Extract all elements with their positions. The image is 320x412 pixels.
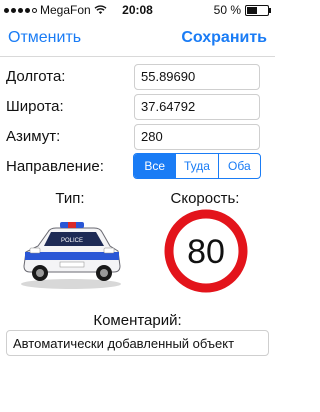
- speed-value: 80: [187, 233, 225, 271]
- cancel-button[interactable]: Отменить: [8, 29, 81, 47]
- direction-option-both[interactable]: Оба: [217, 154, 260, 178]
- save-button[interactable]: Сохранить: [181, 29, 267, 47]
- battery-info: 50 %: [213, 3, 271, 17]
- direction-option-there[interactable]: Туда: [175, 154, 217, 178]
- azimuth-label: Азимут:: [6, 128, 61, 145]
- navigation-bar: Отменить Сохранить: [0, 20, 275, 56]
- direction-segmented-control: Все Туда Оба: [133, 153, 261, 179]
- comment-label: Коментарий:: [93, 312, 182, 329]
- latitude-input[interactable]: 37.64792: [134, 94, 260, 120]
- speed-label: Скорость:: [170, 190, 240, 207]
- status-bar: MegaFon 20:08 50 %: [0, 0, 275, 20]
- speed-limit-sign-icon[interactable]: 80: [164, 209, 248, 293]
- direction-label: Направление:: [6, 158, 104, 175]
- type-label: Тип:: [55, 190, 85, 207]
- battery-icon: [245, 4, 271, 16]
- car-text: POLICE: [61, 238, 83, 244]
- police-car-icon[interactable]: POLICE: [16, 218, 126, 290]
- longitude-label: Долгота:: [6, 68, 66, 85]
- azimuth-input[interactable]: 280: [134, 124, 260, 150]
- direction-option-all[interactable]: Все: [134, 154, 176, 178]
- latitude-label: Широта:: [6, 98, 64, 115]
- longitude-input[interactable]: 55.89690: [134, 64, 260, 90]
- comment-input[interactable]: Автоматически добавленный объект: [6, 330, 269, 356]
- nav-divider: [0, 56, 275, 57]
- battery-percent: 50 %: [213, 3, 241, 17]
